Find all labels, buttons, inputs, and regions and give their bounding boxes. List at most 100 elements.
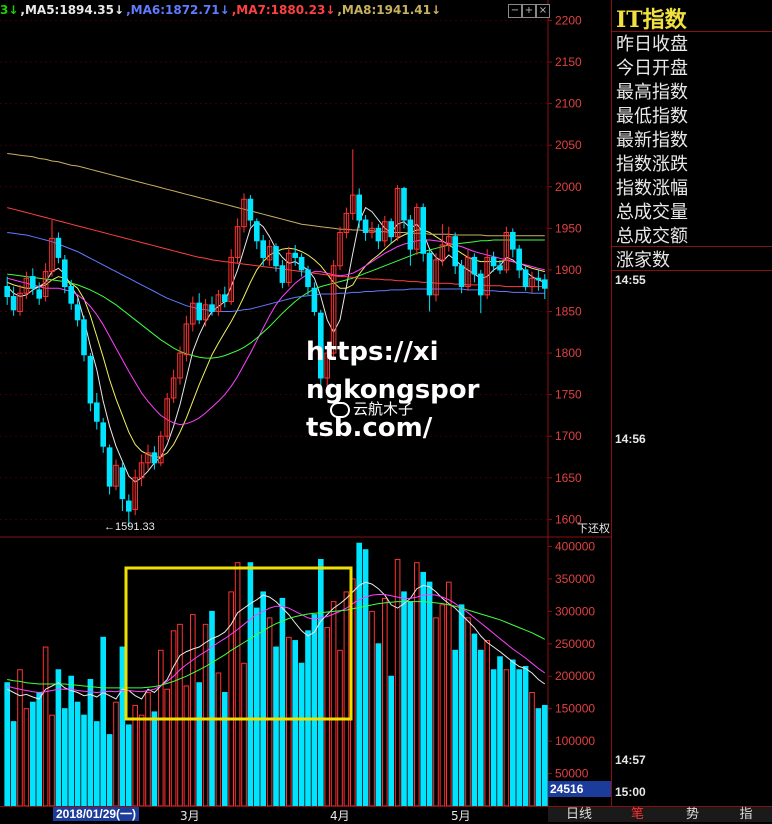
latest-index-label: 最新指数: [616, 130, 688, 151]
candle-body: [420, 207, 427, 254]
volume-bar: [458, 604, 465, 806]
volume-bar: [388, 675, 395, 806]
candle-body: [407, 219, 414, 250]
candle-body: [260, 240, 267, 258]
volume-bar: [42, 646, 49, 806]
candle-body: [497, 265, 503, 271]
volume-bar: [10, 721, 17, 806]
bottom-tab-bar: 日线 笔 势 指: [548, 806, 772, 822]
volume-bar: [125, 724, 132, 806]
volume-bar: [445, 581, 452, 806]
price-tick-label: 1750: [555, 388, 582, 402]
volume-bar: [541, 704, 548, 806]
volume-bar: [177, 623, 183, 806]
volume-bar: [452, 649, 459, 806]
volume-bar: [157, 649, 164, 806]
candle-body: [253, 221, 260, 242]
candle-body: [29, 276, 36, 289]
volume-bars: [4, 542, 548, 806]
candle-body: [490, 256, 497, 267]
price-tick-label: 1800: [555, 346, 582, 360]
volume-bar: [465, 617, 471, 806]
watermark-url: https://xi ngkongspor tsb.com/: [306, 333, 479, 447]
volume-axis: 400000 350000 300000 250000 200000 150000 1000…: [548, 539, 595, 781]
low-price-marker: ←1591.33: [104, 521, 155, 533]
month-label-mar: 3月: [180, 809, 200, 823]
close-button[interactable]: ×: [536, 4, 550, 18]
volume-bar: [49, 714, 55, 806]
ma-line-ma250: [7, 153, 545, 237]
volume-bar: [241, 662, 247, 806]
price-tick-label: 2000: [555, 180, 582, 194]
volume-bar: [503, 669, 510, 806]
candle-body: [74, 304, 81, 321]
ma3-label: 3↓: [0, 3, 19, 17]
ma5-label: ,MA5:1894.35↓: [20, 3, 125, 17]
candle-body: [61, 259, 68, 288]
volume-bar: [164, 688, 171, 806]
volume-bar: [55, 669, 62, 806]
volume-bar: [17, 669, 23, 806]
volume-bar: [362, 549, 369, 806]
candle-body: [209, 304, 215, 312]
tab-daily[interactable]: 日线: [548, 807, 610, 822]
minimize-button[interactable]: −: [508, 4, 522, 18]
volume-bar: [119, 646, 126, 806]
candle-body: [279, 265, 286, 283]
volume-bar: [279, 597, 286, 806]
candle-body: [535, 277, 542, 281]
tick-time: 14:55: [615, 273, 646, 287]
tab-ticks[interactable]: 笔: [610, 807, 665, 822]
candle-body: [4, 286, 11, 298]
candle-body: [375, 227, 382, 242]
candle-body: [221, 294, 228, 303]
volume-bar: [189, 614, 196, 806]
maximize-button[interactable]: +: [522, 4, 536, 18]
price-tick-label: 2200: [555, 13, 582, 27]
candle-body: [401, 187, 407, 221]
highlight-box: [124, 566, 353, 721]
volume-bar: [375, 643, 382, 806]
volume-bar: [484, 640, 491, 806]
volume-bar: [68, 675, 75, 806]
price-tick-label: 1850: [555, 304, 582, 318]
month-label-may: 5月: [451, 809, 471, 823]
volume-tick-label: 300000: [555, 604, 595, 618]
volume-bar: [439, 604, 446, 806]
adjust-label[interactable]: 下还权: [577, 522, 610, 535]
volume-bar: [36, 691, 43, 806]
candle-body: [477, 273, 484, 296]
tab-index[interactable]: 指: [720, 807, 772, 822]
volume-bar: [516, 669, 523, 806]
low-index-label: 最低指数: [616, 106, 688, 127]
volume-bar: [471, 633, 478, 806]
volume-bar: [535, 708, 542, 806]
candle-body: [471, 256, 478, 275]
volume-bar: [298, 662, 305, 806]
candle-body: [273, 246, 279, 267]
today-open-label: 今日开盘: [616, 58, 688, 79]
volume-tick-label: 200000: [555, 669, 595, 683]
volume-bar: [234, 562, 241, 806]
candle-body: [362, 219, 369, 234]
volume-bar: [93, 721, 100, 806]
candle-body: [356, 194, 363, 221]
price-tick-label: 1700: [555, 429, 582, 443]
volume-bar: [433, 617, 439, 806]
volume-bar: [247, 562, 254, 806]
ma8-label: ,MA8:1941.41↓: [337, 3, 442, 17]
volume-bar: [509, 659, 516, 806]
volume-bar: [260, 591, 267, 806]
volume-bar: [285, 636, 292, 806]
candle-body: [125, 500, 132, 512]
current-volume-box: 24516: [548, 781, 612, 797]
volume-bar: [317, 558, 324, 806]
candle-body: [305, 269, 311, 288]
volume-bar: [151, 711, 158, 806]
volume-bar: [209, 610, 215, 806]
volume-bar: [4, 682, 11, 806]
tab-trend[interactable]: 势: [665, 807, 720, 822]
volume-bar: [529, 691, 535, 806]
candle-body: [426, 252, 433, 296]
tick-time: 14:56: [615, 432, 646, 446]
